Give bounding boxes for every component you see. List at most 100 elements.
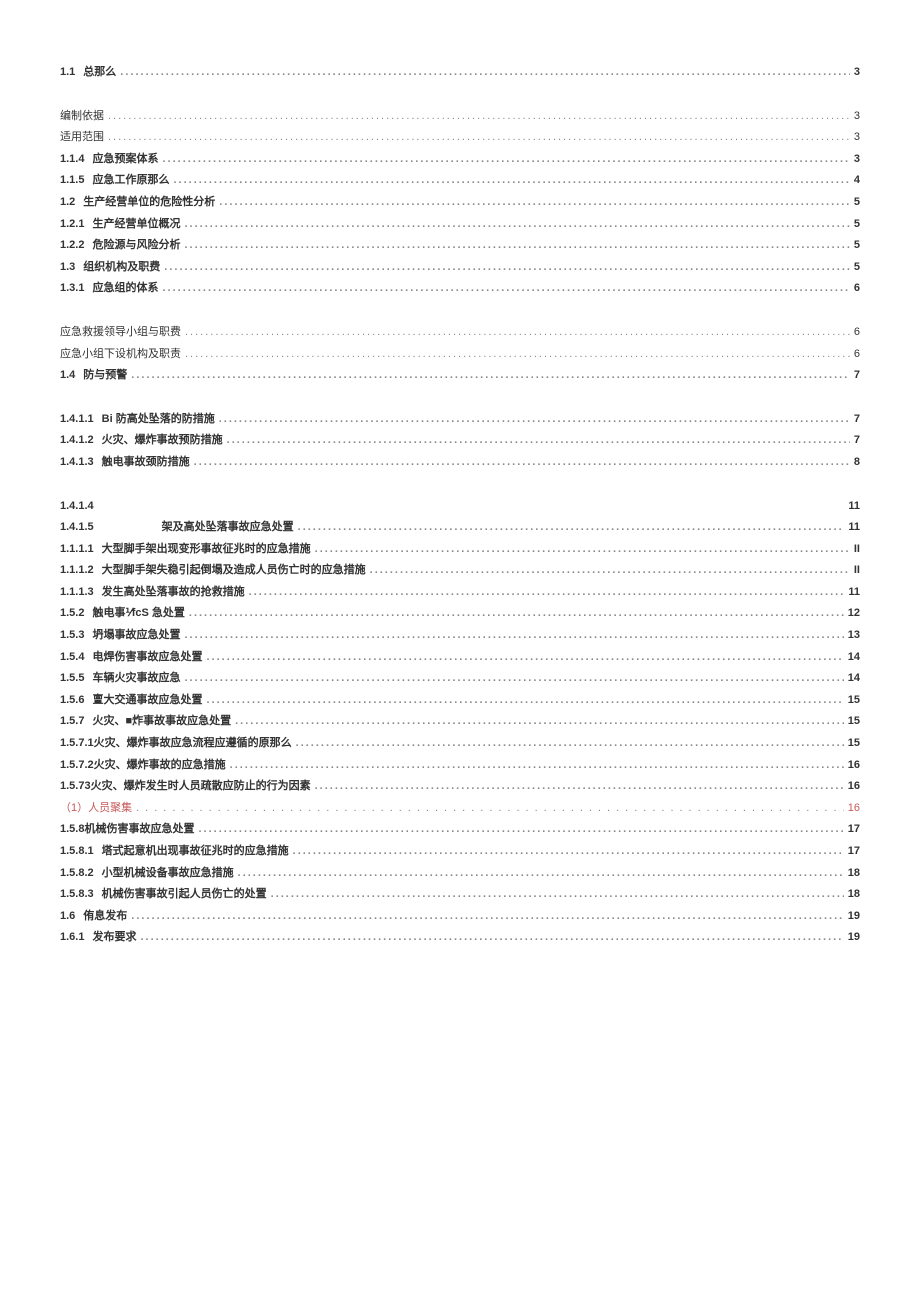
toc-title: 车辆火灾事故应急 xyxy=(92,670,180,688)
toc-number: 1.5.8 xyxy=(60,821,84,839)
toc-entry: 1.6.1发布要求...............................… xyxy=(60,929,860,947)
toc-leader-dots: ........................................… xyxy=(120,64,850,82)
toc-leader-dots: ........................................… xyxy=(136,800,844,818)
toc-title: 适用范围 xyxy=(60,129,104,147)
toc-entry: 1.5.7.1火灾、爆炸事故应急流程应遵循的原那么...............… xyxy=(60,735,860,753)
toc-leader-dots: ........................................… xyxy=(315,778,844,796)
toc-entry: 1.5.5 车辆火灾事故应急...........................… xyxy=(60,670,860,688)
toc-entry: 1.5.2触电事⅟fcS 急处置........................… xyxy=(60,605,860,623)
toc-page-number: 12 xyxy=(848,605,860,623)
toc-number: 1.5.7 xyxy=(60,713,84,731)
toc-entry: 1.5.8机械伤害事故应急处置.........................… xyxy=(60,821,860,839)
toc-leader-dots: ........................................… xyxy=(108,108,850,126)
toc-leader-dots: ........................................… xyxy=(249,584,845,602)
toc-number: 1.6.1 xyxy=(60,929,84,947)
toc-title: 机械伤害事故应急处置 xyxy=(84,821,194,839)
toc-number: 1.4.1.4 xyxy=(60,498,94,516)
toc-leader-dots: ........................................… xyxy=(131,908,843,926)
toc-page-number: II xyxy=(854,562,860,580)
toc-leader-dots: ........................................… xyxy=(206,649,843,667)
toc-entry: 1.3 组织机构及职费..............................… xyxy=(60,259,860,277)
table-of-contents: 1.1 总那么..................................… xyxy=(60,64,860,947)
toc-page-number: 17 xyxy=(848,843,860,861)
toc-entry: 1.3.1应急组的体系.............................… xyxy=(60,280,860,298)
toc-number: 1.1 xyxy=(60,64,75,82)
toc-number: 1.5.8.3 xyxy=(60,886,94,904)
toc-page-number: 15 xyxy=(848,713,860,731)
toc-number: 1.4.1.1 xyxy=(60,411,94,429)
toc-entry: 1.4.1.1Bi 防高处坠落的防措施.....................… xyxy=(60,411,860,429)
toc-title: 组织机构及职费 xyxy=(83,259,160,277)
toc-title: 应急救援领导小组与职费 xyxy=(60,324,181,342)
toc-title: 火灾、爆炸事故的应急措施 xyxy=(94,757,226,775)
toc-page-number: II xyxy=(854,541,860,559)
toc-leader-dots: ........................................… xyxy=(315,541,850,559)
toc-number: 1.1.1.1 xyxy=(60,541,94,559)
toc-leader-dots: ........................................… xyxy=(219,194,850,212)
toc-title: 总那么 xyxy=(83,64,116,82)
toc-page-number: 3 xyxy=(854,64,860,82)
toc-entry: 1.1.5应急工作原那么............................… xyxy=(60,172,860,190)
toc-leader-dots: ........................................… xyxy=(184,627,843,645)
toc-title: 触电事故颈防措施 xyxy=(102,454,190,472)
toc-leader-dots: ........................................… xyxy=(184,670,843,688)
toc-entry: 应急救援领导小组与职费.............................… xyxy=(60,324,860,342)
toc-entry: 1.1.1.1大型脚手架出现变形事故征兆时的应急措施..............… xyxy=(60,541,860,559)
toc-title: 火灾、爆炸事故应急流程应遵循的原那么 xyxy=(94,735,292,753)
toc-title: 生产经营单位的危险性分析 xyxy=(83,194,215,212)
toc-leader-dots: ........................................… xyxy=(219,411,850,429)
toc-entry: 1.5.7火灾、■炸事故事故应急处置......................… xyxy=(60,713,860,731)
toc-entry: 1.2.1生产经营单位概况...........................… xyxy=(60,216,860,234)
toc-title: 火灾、■炸事故事故应急处置 xyxy=(92,713,231,731)
toc-page-number: 7 xyxy=(854,367,860,385)
toc-leader-dots: ........................................… xyxy=(173,172,849,190)
toc-leader-dots: ........................................… xyxy=(238,865,844,883)
toc-number: 1.5.8.2 xyxy=(60,865,94,883)
toc-title: 应急小组下设机构及职责 xyxy=(60,346,181,364)
toc-title: 小型机械设备事故应急措施 xyxy=(102,865,234,883)
toc-page-number: 6 xyxy=(854,346,860,364)
toc-leader-dots: ........................................… xyxy=(131,367,850,385)
toc-page-number: 19 xyxy=(848,908,860,926)
toc-number: 1.5.7.1 xyxy=(60,735,94,753)
toc-title: 侑息发布 xyxy=(83,908,127,926)
toc-page-number: 6 xyxy=(854,280,860,298)
toc-title: 应急工作原那么 xyxy=(92,172,169,190)
toc-entry: 编制依据....................................… xyxy=(60,108,860,126)
toc-title: 编制依据 xyxy=(60,108,104,126)
toc-entry: 1.4防与预警.................................… xyxy=(60,367,860,385)
toc-title: 电焊伤害事故应急处置 xyxy=(92,649,202,667)
toc-leader-dots: ........................................… xyxy=(189,605,844,623)
toc-leader-dots: ........................................… xyxy=(185,324,850,342)
toc-page-number: 16 xyxy=(848,778,860,796)
toc-leader-dots: ........................................… xyxy=(298,519,845,537)
toc-leader-dots: ........................................… xyxy=(164,259,850,277)
toc-leader-dots: ........................................… xyxy=(194,454,850,472)
toc-number: 1.4.1.5 xyxy=(60,519,94,537)
toc-number: 1.3 xyxy=(60,259,75,277)
toc-leader-dots: ........................................… xyxy=(140,929,843,947)
toc-page-number: 16 xyxy=(848,757,860,775)
toc-leader-dots: ........................................… xyxy=(184,216,849,234)
toc-entry: 1.4.1.5 架及高处坠落事故应急处置.....................… xyxy=(60,519,860,537)
toc-entry: 1.5.8.2 小型机械设备事故应急措施.....................… xyxy=(60,865,860,883)
toc-title: 危险源与风险分析 xyxy=(92,237,180,255)
toc-entry: 1.5.7.2火灾、爆炸事故的应急措施.....................… xyxy=(60,757,860,775)
toc-number: 1.2.2 xyxy=(60,237,84,255)
toc-number: 1.4.1.3 xyxy=(60,454,94,472)
toc-page-number: 15 xyxy=(848,692,860,710)
toc-number: 1.5.3 xyxy=(60,627,84,645)
toc-title: 应急组的体系 xyxy=(92,280,158,298)
toc-number: 1.2.1 xyxy=(60,216,84,234)
toc-leader-dots: ........................................… xyxy=(184,237,849,255)
toc-number: 1.5.5 xyxy=(60,670,84,688)
toc-page-number: 7 xyxy=(854,432,860,450)
toc-number: 1.5.8.1 xyxy=(60,843,94,861)
toc-title: 架及高处坠落事故应急处置 xyxy=(102,519,294,537)
toc-entry: 1.1 总那么..................................… xyxy=(60,64,860,82)
toc-entry: 1.1.1.3发生高处坠落事故的抢救措施....................… xyxy=(60,584,860,602)
toc-title: 防与预警 xyxy=(83,367,127,385)
toc-entry: 1.5.8.1塔式起意机出现事故征兆时的应急措施................… xyxy=(60,843,860,861)
toc-leader-dots: ........................................… xyxy=(162,280,849,298)
toc-page-number: 14 xyxy=(848,649,860,667)
